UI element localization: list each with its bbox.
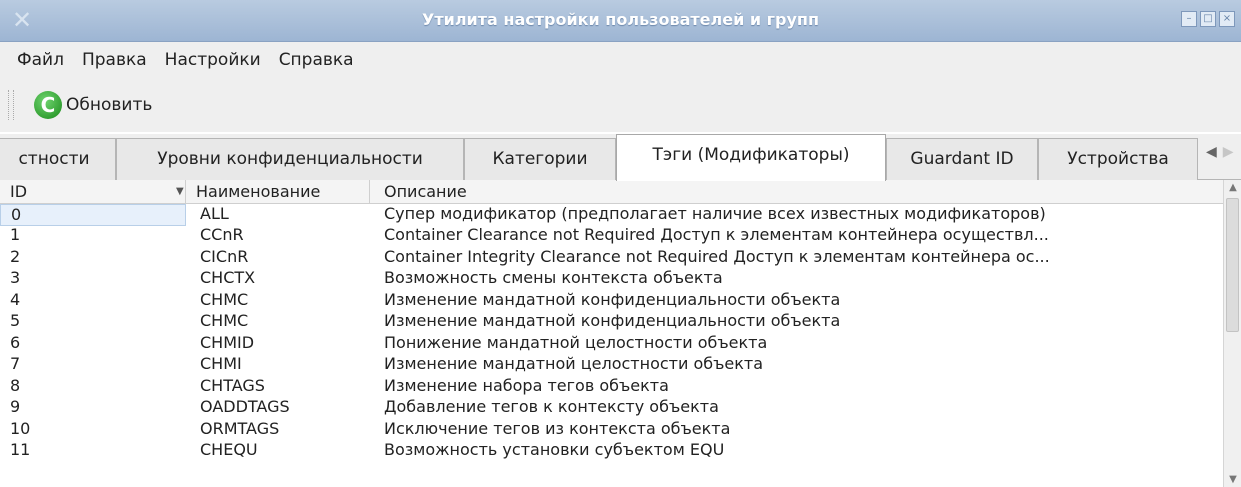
- table-row[interactable]: 3 CHCTX Возможность смены контекста объе…: [0, 268, 1223, 288]
- row-description: Изменение набора тегов объекта: [384, 376, 669, 395]
- row-id: 3: [10, 268, 21, 287]
- row-name: CHMC: [200, 290, 249, 309]
- tags-table: ID ▼ Наименование Описание 0 ALL Супер м…: [0, 180, 1223, 487]
- row-description: Изменение мандатной конфиденциальности о…: [384, 290, 841, 309]
- menu-edit[interactable]: Правка: [73, 50, 156, 70]
- row-id: 5: [10, 311, 21, 330]
- column-header-name[interactable]: Наименование: [186, 180, 370, 204]
- scroll-thumb[interactable]: [1226, 198, 1239, 332]
- vertical-scrollbar[interactable]: ▲ ▼: [1223, 180, 1241, 487]
- scroll-up-icon[interactable]: ▲: [1224, 182, 1241, 193]
- row-id: 4: [10, 290, 21, 309]
- table-row[interactable]: 1 CCnR Container Clearance not Required …: [0, 225, 1223, 245]
- row-id: 8: [10, 376, 21, 395]
- row-name: CCnR: [200, 225, 244, 244]
- tab-tags[interactable]: Тэги (Модификаторы): [616, 134, 886, 181]
- toolbar: C Обновить: [0, 78, 1241, 132]
- tab-partial[interactable]: стности: [0, 138, 116, 180]
- table-row[interactable]: 0 ALL Супер модификатор (предполагает на…: [0, 204, 1223, 226]
- window-controls: – □ ×: [1181, 11, 1235, 27]
- table-row[interactable]: 4 CHMC Изменение мандатной конфиденциаль…: [0, 290, 1223, 310]
- table-row[interactable]: 7 CHMI Изменение мандатной целостности о…: [0, 354, 1223, 374]
- column-header-description[interactable]: Описание: [370, 180, 1223, 204]
- table-row[interactable]: 5 CHMC Изменение мандатной конфиденциаль…: [0, 311, 1223, 331]
- menu-settings[interactable]: Настройки: [156, 50, 270, 70]
- row-name: CICnR: [200, 247, 249, 266]
- sort-down-icon: ▼: [176, 186, 184, 197]
- row-description: Добавление тегов к контексту объекта: [384, 397, 719, 416]
- table-row[interactable]: 2 CICnR Container Integrity Clearance no…: [0, 247, 1223, 267]
- row-id: 2: [10, 247, 21, 266]
- row-name: CHTAGS: [200, 376, 265, 395]
- row-name: ORMTAGS: [200, 419, 280, 438]
- window-title: Утилита настройки пользователей и групп: [422, 10, 819, 29]
- row-id: 6: [10, 333, 21, 352]
- close-icon[interactable]: ×: [1219, 11, 1235, 27]
- row-id: 1: [10, 225, 21, 244]
- row-name: CHCTX: [200, 268, 256, 287]
- tab-scroll-right-icon[interactable]: ▶: [1223, 144, 1234, 160]
- scroll-down-icon[interactable]: ▼: [1224, 474, 1241, 485]
- row-id: 7: [10, 354, 21, 373]
- tab-scroll-buttons: ◀ ▶: [1206, 144, 1234, 160]
- row-name: OADDTAGS: [200, 397, 290, 416]
- row-name: ALL: [200, 204, 229, 223]
- refresh-icon: C: [34, 91, 62, 119]
- row-id: 11: [10, 440, 31, 459]
- row-description: Изменение мандатной конфиденциальности о…: [384, 311, 841, 330]
- minimize-icon[interactable]: –: [1181, 11, 1197, 27]
- menu-bar: Файл Правка Настройки Справка: [0, 42, 1241, 78]
- row-name: CHEQU: [200, 440, 258, 459]
- table-row[interactable]: 9 OADDTAGS Добавление тегов к контексту …: [0, 397, 1223, 417]
- refresh-button[interactable]: C Обновить: [34, 91, 152, 119]
- menu-file[interactable]: Файл: [8, 50, 73, 70]
- tab-devices[interactable]: Устройства: [1038, 138, 1198, 180]
- tab-guardant-id[interactable]: Guardant ID: [886, 138, 1038, 180]
- tab-confidentiality-levels[interactable]: Уровни конфиденциальности: [116, 138, 464, 180]
- row-id: 10: [10, 419, 31, 438]
- table-header: ID ▼ Наименование Описание: [0, 180, 1223, 204]
- tab-categories[interactable]: Категории: [464, 138, 616, 180]
- menu-help[interactable]: Справка: [270, 50, 363, 70]
- title-bar: ✕ Утилита настройки пользователей и груп…: [0, 0, 1241, 42]
- row-name: CHMID: [200, 333, 255, 352]
- row-description: Возможность смены контекста объекта: [384, 268, 723, 287]
- table-row[interactable]: 11 CHEQU Возможность установки субъектом…: [0, 440, 1223, 460]
- toolbar-grip[interactable]: [8, 90, 14, 120]
- tab-scroll-left-icon[interactable]: ◀: [1206, 144, 1217, 160]
- tab-bar: стности Уровни конфиденциальности Катего…: [0, 134, 1241, 181]
- row-name: CHMI: [200, 354, 242, 373]
- row-description: Возможность установки субъектом EQU: [384, 440, 725, 459]
- row-description: Супер модификатор (предполагает наличие …: [384, 204, 1046, 223]
- row-id: 9: [10, 397, 21, 416]
- refresh-label: Обновить: [66, 95, 153, 115]
- column-header-id[interactable]: ID: [0, 180, 186, 204]
- table-row[interactable]: 10 ORMTAGS Исключение тегов из контекста…: [0, 419, 1223, 439]
- row-description: Понижение мандатной целостности объекта: [384, 333, 768, 352]
- row-description: Container Integrity Clearance not Requir…: [384, 247, 1050, 266]
- row-name: CHMC: [200, 311, 249, 330]
- row-description: Изменение мандатной целостности объекта: [384, 354, 764, 373]
- table-row[interactable]: 8 CHTAGS Изменение набора тегов объекта: [0, 376, 1223, 396]
- row-description: Container Clearance not Required Доступ …: [384, 225, 1049, 244]
- row-id: 0: [0, 204, 186, 226]
- row-description: Исключение тегов из контекста объекта: [384, 419, 731, 438]
- table-row[interactable]: 6 CHMID Понижение мандатной целостности …: [0, 333, 1223, 353]
- maximize-icon[interactable]: □: [1200, 11, 1216, 27]
